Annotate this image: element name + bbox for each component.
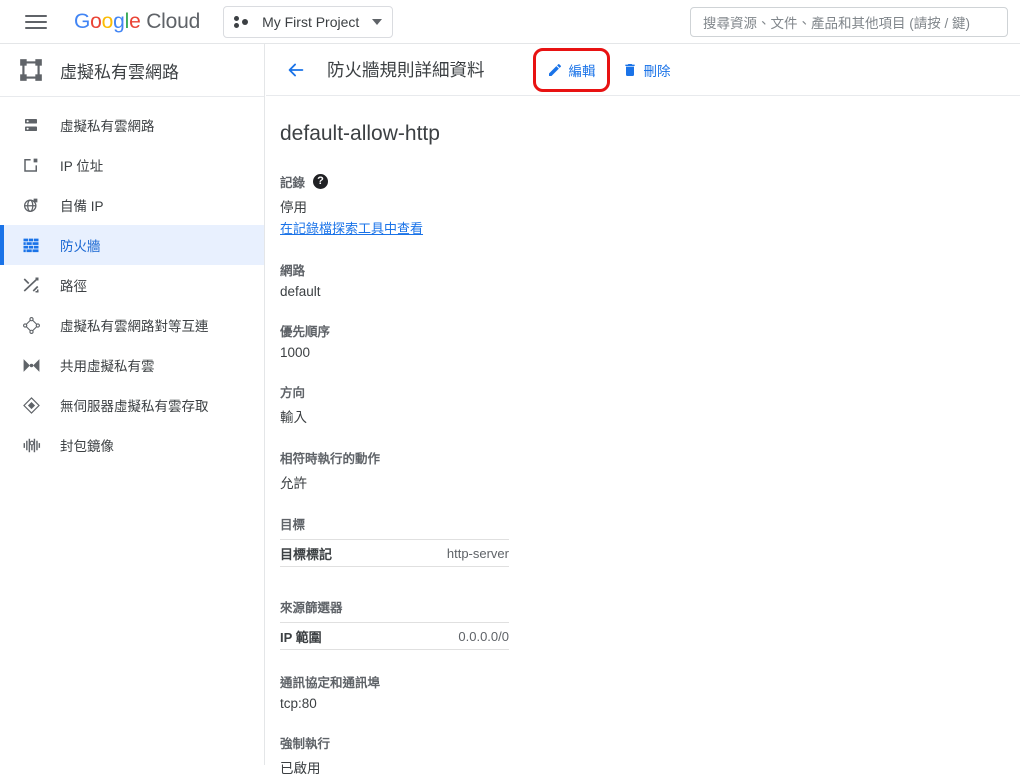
priority-label: 優先順序 [280,321,1020,340]
logging-value: 停用 [280,196,1020,216]
serverless-vpc-access-icon [14,393,48,417]
sidebar-item-shared-vpc[interactable]: 共用虛擬私有雲 [0,345,264,385]
enforcement-value: 已啟用 [280,757,1020,777]
logging-label: 記錄 [280,172,305,191]
field-source-filters: 來源篩選器 IP 範圍 0.0.0.0/0 [280,597,1020,650]
sidebar-item-label: 路徑 [60,275,87,295]
sidebar-item-vpc-networks[interactable]: 虛擬私有雲網路 [0,105,264,145]
source-filters-label: 來源篩選器 [280,597,1020,616]
edit-button[interactable]: 編輯 [539,54,604,86]
help-circle-icon[interactable]: ? [313,174,328,189]
sidebar-item-label: 共用虛擬私有雲 [60,355,155,375]
sidebar-item-vpc-peering[interactable]: 虛擬私有雲網路對等互連 [0,305,264,345]
direction-value: 輸入 [280,406,1020,426]
table-row: IP 範圍 0.0.0.0/0 [280,622,509,650]
priority-value: 1000 [280,345,1020,360]
page-actions: 編輯 刪除 [539,54,689,86]
edit-button-label: 編輯 [569,60,596,80]
google-cloud-logo[interactable]: Google Cloud [74,10,200,34]
row-key: IP 範圍 [280,627,322,646]
field-enforcement: 強制執行 已啟用 [280,733,1020,777]
field-network: 網路 default [280,260,1020,299]
firewall-brick-icon [14,233,48,257]
logo-letter: G [74,10,90,33]
hamburger-menu-icon[interactable] [12,0,60,44]
rule-name: default-allow-http [280,122,1020,146]
logo-letter: o [90,10,101,33]
sidebar-item-label: 無伺服器虛擬私有雲存取 [60,395,209,415]
field-action: 相符時執行的動作 允許 [280,448,1020,492]
action-label: 相符時執行的動作 [280,448,1020,467]
logo-letter: g [113,10,124,33]
targets-label: 目標 [280,514,1020,533]
ip-addresses-icon [14,153,48,177]
sidebar-item-label: 自備 IP [60,195,104,215]
routes-icon [14,273,48,297]
sidebar: 虛擬私有雲網路 虛擬私有雲網路 IP 位址 [0,44,265,765]
targets-table: 目標標記 http-server [280,539,509,567]
shared-vpc-icon [14,353,48,377]
bring-your-own-ip-icon [14,193,48,217]
row-key: 目標標記 [280,544,332,563]
delete-button[interactable]: 刪除 [614,54,679,86]
field-logging: 記錄 ? 停用 在記錄檔探索工具中查看 [280,172,1020,238]
vpc-peering-icon [14,313,48,337]
source-filters-table: IP 範圍 0.0.0.0/0 [280,622,509,650]
logs-explorer-link[interactable]: 在記錄檔探索工具中查看 [280,218,423,237]
search-placeholder: 搜尋資源、文件、產品和其他項目 (請按 / 鍵) [703,12,970,32]
sidebar-item-packet-mirroring[interactable]: 封包鏡像 [0,425,264,465]
project-dots-icon [234,14,252,30]
field-direction: 方向 輸入 [280,382,1020,426]
field-priority: 優先順序 1000 [280,321,1020,360]
sidebar-item-label: 虛擬私有雲網路 [60,115,155,135]
enforcement-label: 強制執行 [280,733,1020,752]
logo-letter: o [102,10,113,33]
direction-label: 方向 [280,382,1020,401]
protocols-ports-label: 通訊協定和通訊埠 [280,672,1020,691]
protocols-ports-value: tcp:80 [280,696,1020,711]
search-input[interactable]: 搜尋資源、文件、產品和其他項目 (請按 / 鍵) [690,7,1008,37]
vpc-network-icon [14,53,48,87]
sidebar-item-label: 封包鏡像 [60,435,114,455]
vpc-networks-icon [14,113,48,137]
table-row: 目標標記 http-server [280,539,509,567]
page-title: 防火牆規則詳細資料 [327,57,485,82]
service-title: 虛擬私有雲網路 [60,58,179,83]
action-value: 允許 [280,472,1020,492]
project-selector[interactable]: My First Project [223,6,393,38]
service-header: 虛擬私有雲網路 [0,44,264,97]
project-name-label: My First Project [262,14,360,30]
row-value: http-server [447,546,509,561]
field-targets: 目標 目標標記 http-server [280,514,1020,567]
chevron-down-icon [372,19,382,25]
field-protocols-ports: 通訊協定和通訊埠 tcp:80 [280,672,1020,711]
pencil-icon [547,62,563,78]
sidebar-item-ip-addresses[interactable]: IP 位址 [0,145,264,185]
main-content: 防火牆規則詳細資料 編輯 刪除 default-al [266,44,1020,765]
sidebar-item-bring-your-own-ip[interactable]: 自備 IP [0,185,264,225]
packet-mirroring-icon [14,433,48,457]
row-value: 0.0.0.0/0 [458,629,509,644]
sidebar-nav: 虛擬私有雲網路 IP 位址 自備 IP [0,97,264,465]
top-app-bar: Google Cloud My First Project 搜尋資源、文件、產品… [0,0,1020,44]
page-header: 防火牆規則詳細資料 編輯 刪除 [266,44,1020,96]
back-arrow-icon[interactable] [279,53,313,87]
field-label: 記錄 ? [280,172,1020,191]
delete-button-label: 刪除 [644,60,671,80]
logo-cloud-word: Cloud [146,10,200,33]
sidebar-item-serverless-vpc-access[interactable]: 無伺服器虛擬私有雲存取 [0,385,264,425]
network-value: default [280,284,1020,299]
sidebar-item-routes[interactable]: 路徑 [0,265,264,305]
sidebar-item-label: IP 位址 [60,155,103,175]
sidebar-item-label: 防火牆 [60,235,101,255]
trash-icon [622,62,638,78]
network-label: 網路 [280,260,1020,279]
firewall-rule-details: default-allow-http 記錄 ? 停用 在記錄檔探索工具中查看 網… [266,96,1020,777]
sidebar-item-firewall[interactable]: 防火牆 [0,225,264,265]
sidebar-item-label: 虛擬私有雲網路對等互連 [60,315,209,335]
logo-letter: e [129,10,140,33]
